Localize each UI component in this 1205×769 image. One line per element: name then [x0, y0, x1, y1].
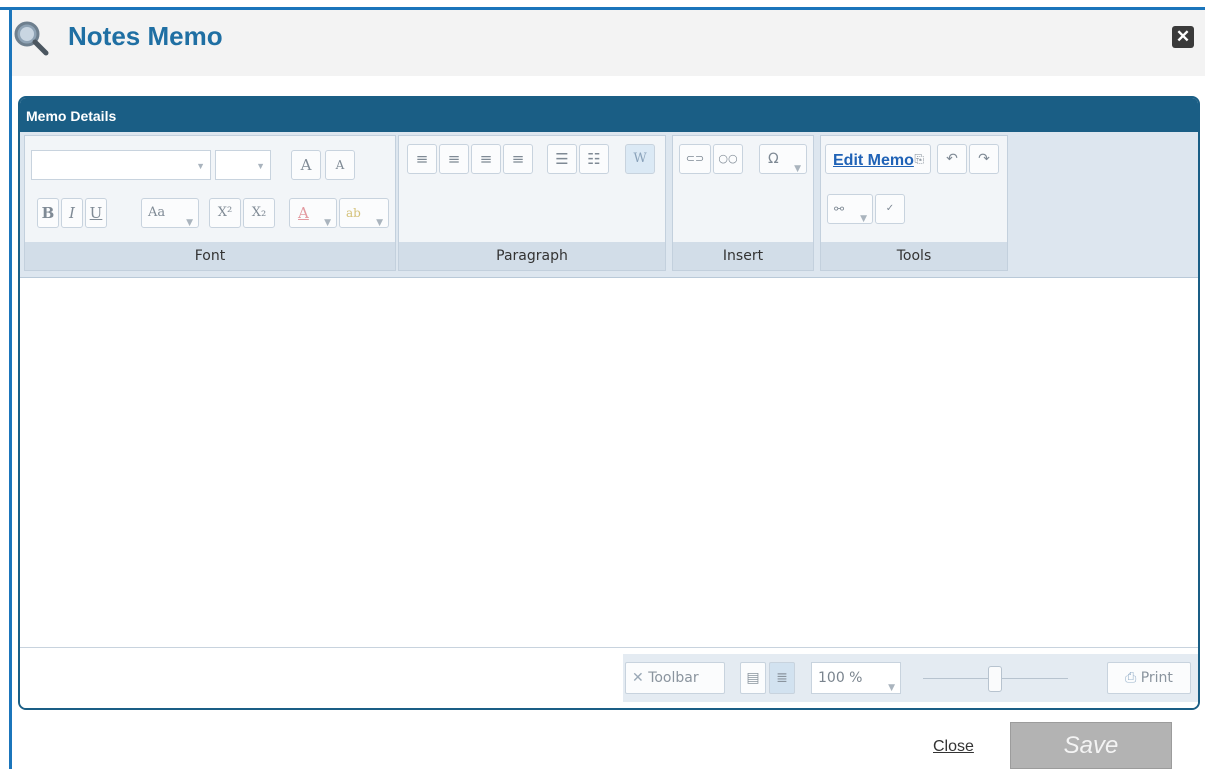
insert-symbol-button[interactable]: Ω ▼ [759, 144, 807, 174]
bullet-list-button[interactable]: ☰ [547, 144, 577, 174]
align-right-icon: ≡ [479, 150, 493, 168]
remove-link-button[interactable]: ○○ [713, 144, 743, 174]
underline-label: U [89, 204, 103, 222]
left-accent-bar [9, 8, 12, 769]
chevron-down-icon: ▼ [376, 218, 383, 228]
binoculars-icon: ⚯ [834, 202, 845, 216]
bold-label: B [41, 204, 55, 222]
panel-header: Memo Details [20, 98, 1198, 132]
change-case-button[interactable]: Aa ▼ [141, 198, 199, 228]
chevron-down-icon: ▼ [196, 161, 205, 171]
toolbar-toggle-button[interactable]: ✕ Toolbar [625, 662, 725, 694]
chevron-down-icon: ▼ [888, 683, 895, 693]
align-justify-icon: ≡ [511, 150, 525, 168]
editor-status-bar: ✕ Toolbar ▤ ≣ 100 % ▼ ⎙ Print [20, 647, 1198, 708]
numbered-list-button[interactable]: ☷ [579, 144, 609, 174]
chevron-down-icon: ▼ [860, 214, 867, 224]
bold-button[interactable]: B [37, 198, 59, 228]
insert-group: ⊂⊃ ○○ Ω ▼ Insert [672, 135, 814, 271]
printer-icon: ⎙ [1125, 670, 1137, 686]
chevron-down-icon: ▼ [186, 218, 193, 228]
spellcheck-button[interactable]: ✓ [875, 194, 905, 224]
tools-group-label: Tools [821, 242, 1007, 270]
word-mode-button[interactable]: W [625, 144, 655, 174]
chevron-down-icon: ▼ [794, 164, 801, 174]
paragraph-group-label: Paragraph [399, 242, 665, 270]
status-tools: ✕ Toolbar ▤ ≣ 100 % ▼ ⎙ Print [623, 654, 1198, 702]
font-size-select[interactable]: ▼ [215, 150, 271, 180]
chevron-down-icon: ▼ [324, 218, 331, 228]
font-group-label: Font [25, 242, 395, 270]
change-case-label: Aa [148, 205, 166, 220]
find-button[interactable]: ⚯ ▼ [827, 194, 873, 224]
magnifier-icon [14, 21, 49, 56]
align-left-icon: ≡ [415, 150, 429, 168]
highlight-button[interactable]: ab ▼ [339, 198, 389, 228]
numbered-list-icon: ☷ [587, 150, 601, 168]
zoom-select[interactable]: 100 % ▼ [811, 662, 901, 694]
insert-link-button[interactable]: ⊂⊃ [679, 144, 711, 174]
italic-label: I [69, 204, 75, 222]
print-layout-button[interactable]: ▤ [740, 662, 766, 694]
shrink-font-label: A [335, 158, 345, 172]
align-center-button[interactable]: ≡ [439, 144, 469, 174]
dialog-title: Notes Memo [68, 21, 223, 51]
print-label: Print [1140, 670, 1173, 686]
redo-icon: ↷ [978, 151, 990, 167]
grow-font-label: A [300, 156, 312, 174]
zoom-slider-thumb[interactable] [988, 666, 1002, 692]
font-name-select[interactable]: ▼ [31, 150, 211, 180]
panel-title: Memo Details [26, 108, 117, 124]
toolbar-toggle-label: Toolbar [648, 670, 699, 686]
spellcheck-icon: ✓ [885, 203, 895, 214]
link-icon: ⊂⊃ [685, 152, 705, 165]
grow-font-button[interactable]: A [291, 150, 321, 180]
highlight-label: ab [346, 206, 361, 220]
simple-layout-button[interactable]: ≣ [769, 662, 795, 694]
omega-icon: Ω [768, 151, 779, 167]
font-color-label: A [298, 204, 309, 222]
paragraph-group: ≡ ≡ ≡ ≡ ☰ ☷ W Paragraph [398, 135, 666, 271]
zoom-value: 100 % [818, 670, 863, 686]
superscript-label: X² [217, 205, 233, 220]
insert-group-label: Insert [673, 242, 813, 270]
italic-button[interactable]: I [61, 198, 83, 228]
word-mode-label: W [633, 151, 647, 166]
memo-editor[interactable] [20, 278, 1198, 648]
undo-button[interactable]: ↶ [937, 144, 967, 174]
memo-details-panel: Memo Details ▼ ▼ A A B I U Aa ▼ X² X₂ A … [18, 96, 1200, 710]
font-color-button[interactable]: A ▼ [289, 198, 337, 228]
bullet-list-icon: ☰ [555, 150, 569, 168]
align-left-button[interactable]: ≡ [407, 144, 437, 174]
save-button[interactable]: Save [1010, 722, 1172, 769]
lines-icon: ≣ [776, 670, 788, 686]
subscript-label: X₂ [251, 205, 267, 220]
subscript-button[interactable]: X₂ [243, 198, 275, 228]
paste-icon: ⎘ [914, 152, 924, 166]
edit-memo-link[interactable]: Edit Memo [833, 152, 914, 170]
tools-icon: ✕ [632, 670, 644, 686]
print-button[interactable]: ⎙ Print [1107, 662, 1191, 694]
font-group: ▼ ▼ A A B I U Aa ▼ X² X₂ A ▼ ab ▼ Font [24, 135, 396, 271]
underline-button[interactable]: U [85, 198, 107, 228]
close-dialog-icon[interactable]: ✕ [1172, 26, 1194, 48]
superscript-button[interactable]: X² [209, 198, 241, 228]
shrink-font-button[interactable]: A [325, 150, 355, 180]
ribbon-toolbar: ▼ ▼ A A B I U Aa ▼ X² X₂ A ▼ ab ▼ Font ≡… [20, 132, 1198, 278]
undo-icon: ↶ [946, 151, 958, 167]
chevron-down-icon: ▼ [256, 161, 265, 171]
unlink-icon: ○○ [718, 152, 738, 165]
tools-group: ⎘ Edit Memo ↶ ↷ ⚯ ▼ ✓ Tools [820, 135, 1008, 271]
align-right-button[interactable]: ≡ [471, 144, 501, 174]
align-justify-button[interactable]: ≡ [503, 144, 533, 174]
close-link[interactable]: Close [933, 738, 974, 756]
align-center-icon: ≡ [447, 150, 461, 168]
redo-button[interactable]: ↷ [969, 144, 999, 174]
page-icon: ▤ [746, 670, 760, 686]
